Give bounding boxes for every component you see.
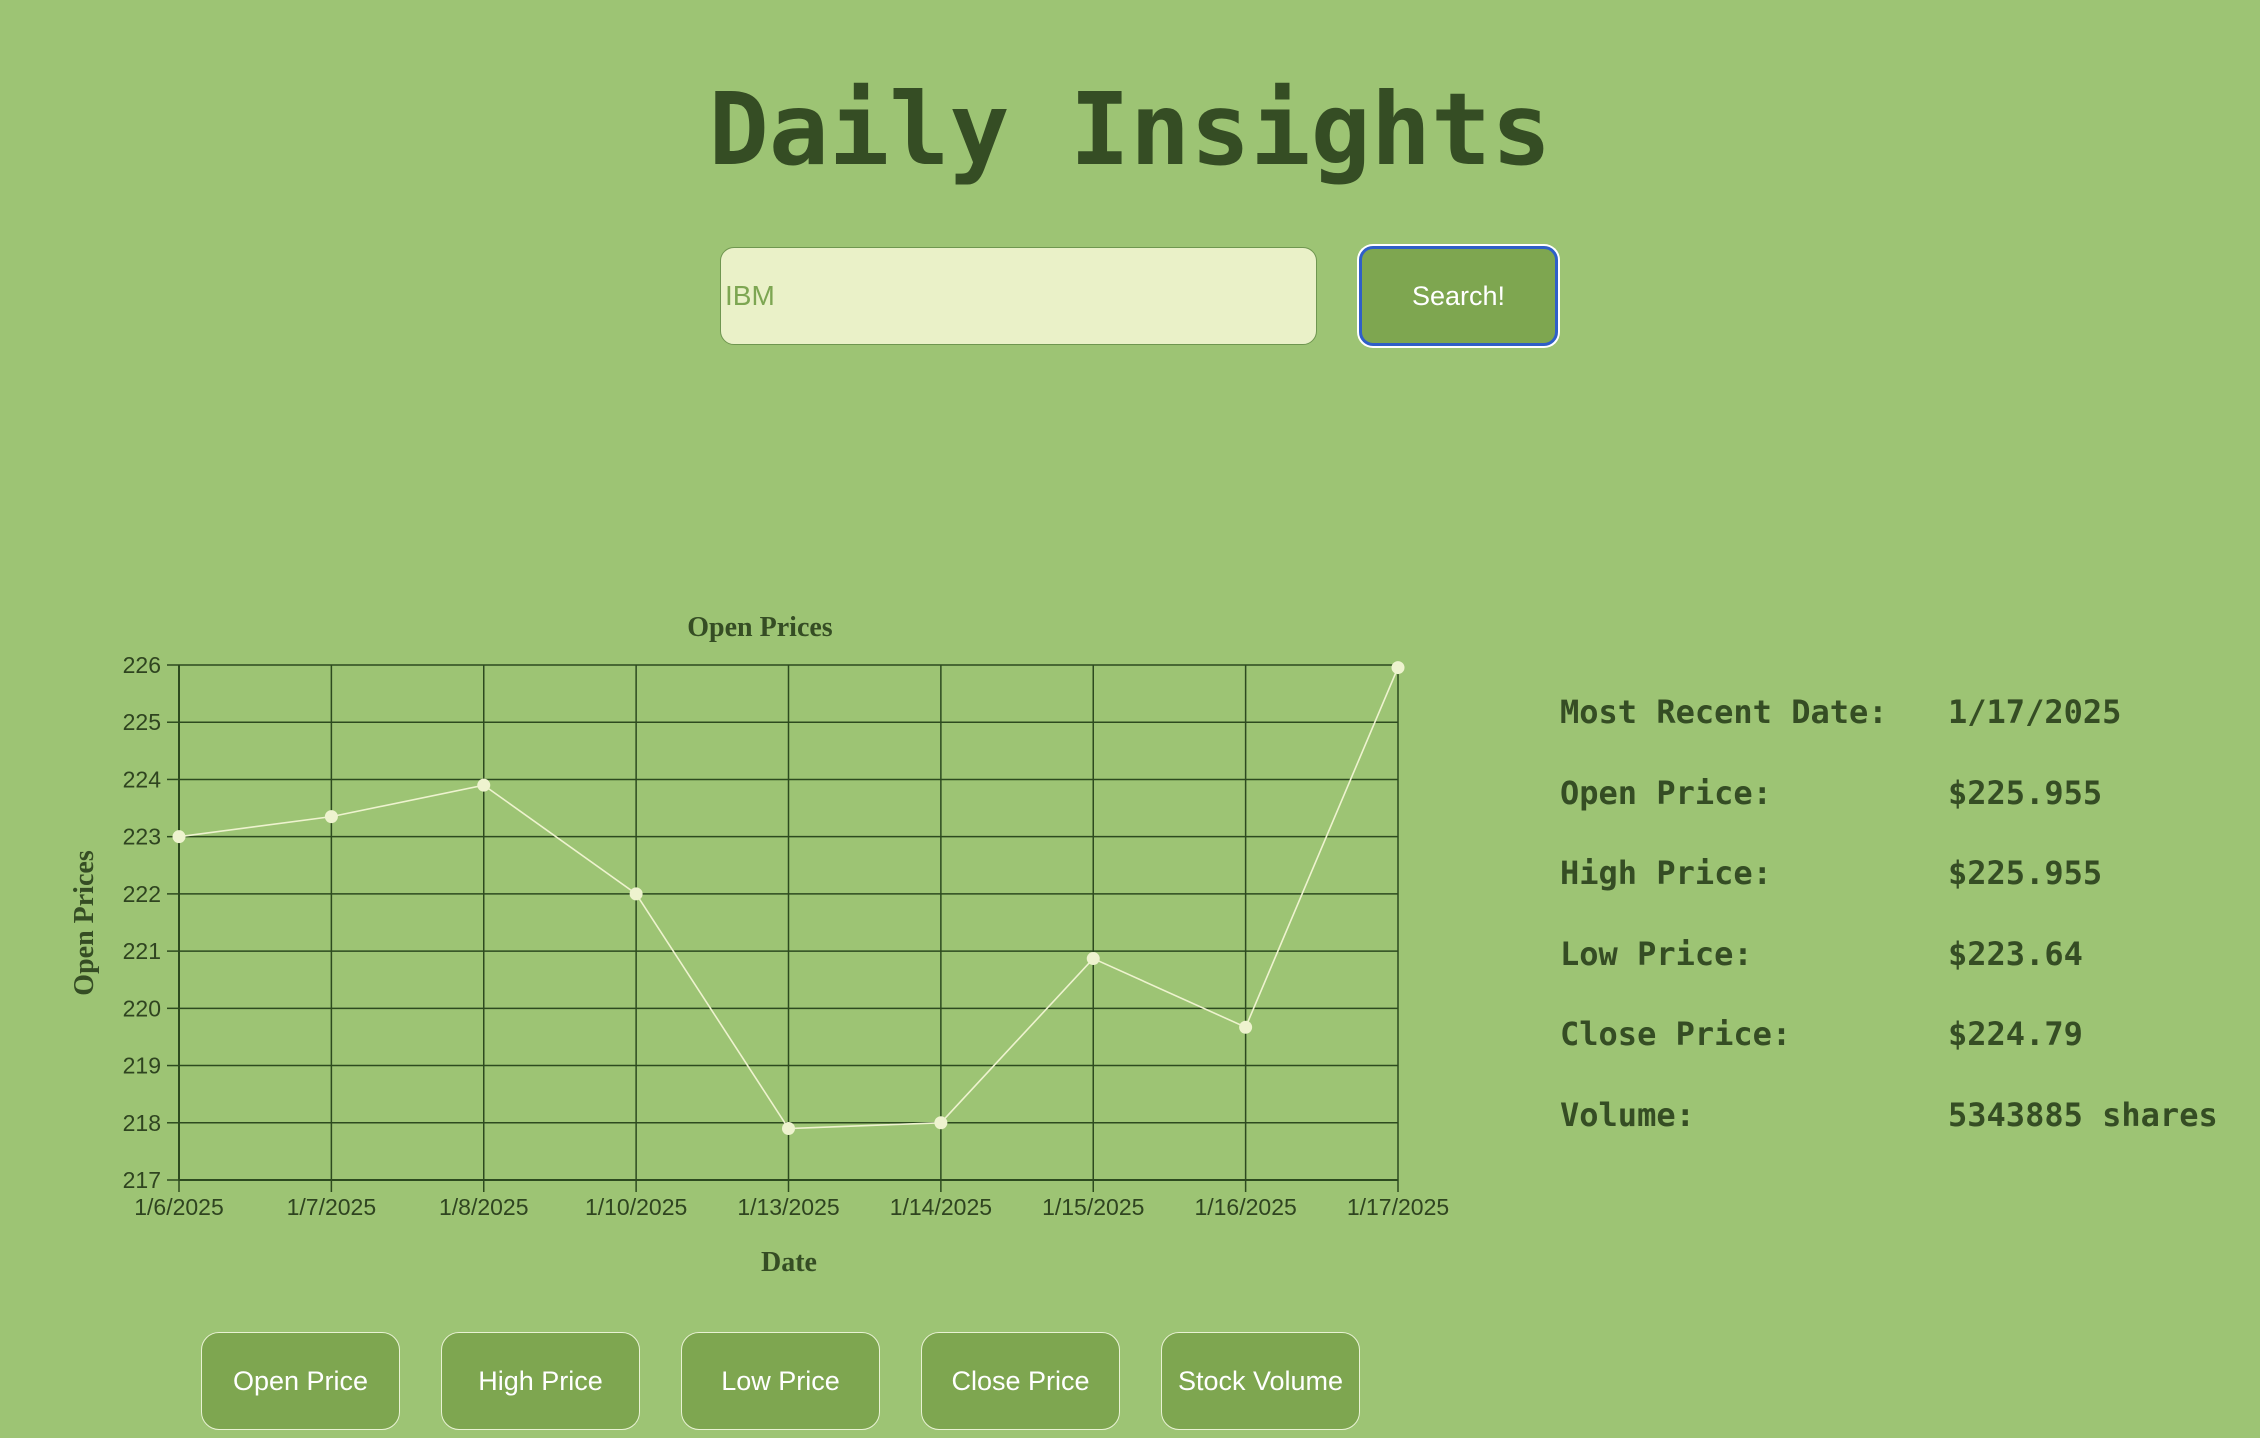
stat-value: 1/17/2025 — [1948, 693, 2122, 731]
y-tick-label: 225 — [123, 709, 161, 735]
data-point — [629, 887, 643, 901]
data-point — [172, 830, 186, 844]
x-tick-label: 1/6/2025 — [134, 1194, 224, 1220]
chart-grid — [178, 664, 1399, 1181]
y-axis-label: Open Prices — [69, 850, 100, 996]
stock-volume-button[interactable]: Stock Volume — [1161, 1332, 1360, 1430]
data-point — [324, 810, 338, 824]
stat-value: $223.64 — [1948, 934, 2083, 973]
search-input[interactable] — [720, 247, 1317, 345]
x-tick-label: 1/14/2025 — [890, 1194, 992, 1220]
stat-value: $224.79 — [1948, 1015, 2083, 1053]
stat-value: $225.955 — [1948, 854, 2103, 892]
stat-value: $225.955 — [1948, 773, 2103, 812]
chart-axes — [167, 664, 1399, 1192]
low-price-button[interactable]: Low Price — [681, 1332, 880, 1430]
search-button[interactable]: Search! — [1359, 246, 1558, 346]
y-tick-label: 220 — [123, 995, 161, 1021]
stat-value: 5343885 shares — [1948, 1095, 2218, 1134]
x-axis-label: Date — [761, 1247, 817, 1278]
stat-label: High Price: — [1560, 854, 1772, 892]
data-point — [1086, 952, 1100, 966]
y-tick-label: 224 — [123, 766, 162, 792]
chart-title: Open Prices — [687, 612, 833, 643]
y-tick-label: 219 — [123, 1053, 161, 1079]
close-price-button[interactable]: Close Price — [921, 1332, 1120, 1430]
x-tick-label: 1/8/2025 — [439, 1194, 529, 1220]
y-tick-labels: 217 218 219 220 221 222 223 224 225 226 — [123, 652, 162, 1193]
y-tick-label: 218 — [123, 1110, 161, 1136]
x-tick-label: 1/17/2025 — [1347, 1194, 1449, 1220]
x-tick-label: 1/13/2025 — [737, 1194, 839, 1220]
data-point — [1391, 661, 1405, 675]
x-tick-label: 1/10/2025 — [585, 1194, 687, 1220]
high-price-button[interactable]: High Price — [441, 1332, 640, 1430]
stat-label: Low Price: — [1560, 934, 1753, 973]
y-tick-label: 222 — [123, 881, 161, 907]
stat-label: Open Price: — [1560, 773, 1772, 812]
y-tick-label: 217 — [123, 1167, 161, 1193]
x-tick-label: 1/15/2025 — [1042, 1194, 1144, 1220]
page-title: Daily Insights — [708, 71, 1552, 188]
open-price-button[interactable]: Open Price — [201, 1332, 400, 1430]
stat-label: Close Price: — [1560, 1015, 1792, 1053]
data-point — [477, 778, 491, 792]
stat-label: Most Recent Date: — [1560, 693, 1888, 731]
data-point — [782, 1122, 795, 1135]
x-tick-labels: 1/6/2025 1/7/2025 1/8/2025 1/10/2025 1/13/20… — [134, 1194, 1449, 1220]
data-point — [1239, 1020, 1253, 1034]
y-tick-label: 226 — [123, 652, 161, 678]
y-tick-label: 221 — [123, 938, 161, 964]
x-tick-label: 1/16/2025 — [1194, 1194, 1296, 1220]
open-prices-chart: 217218219220221222223224225226 1/6/2025 1… — [69, 612, 1449, 1278]
data-point — [934, 1116, 948, 1130]
y-tick-label: 223 — [123, 824, 161, 850]
stat-label: Volume: — [1560, 1095, 1695, 1134]
x-tick-label: 1/7/2025 — [287, 1194, 377, 1220]
